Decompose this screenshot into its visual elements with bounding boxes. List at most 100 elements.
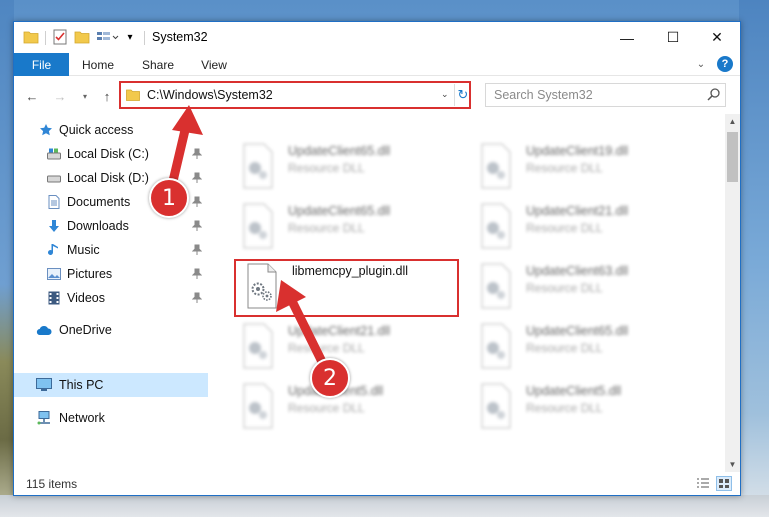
sidebar-item-label: Quick access	[59, 123, 134, 137]
file-item[interactable]: UpdateClient65.dll Resource DLL	[238, 202, 458, 252]
up-arrow-icon[interactable]: ↑	[98, 87, 116, 105]
scrollbar-thumb[interactable]	[727, 132, 738, 182]
file-item[interactable]: UpdateClient63.dll Resource DLL	[476, 262, 696, 312]
sidebar-item-downloads[interactable]: Downloads	[14, 214, 208, 238]
scroll-down-icon[interactable]: ▼	[725, 457, 740, 472]
step-badge-1: 1	[149, 178, 189, 218]
pictures-icon	[46, 266, 62, 282]
properties-icon[interactable]	[52, 29, 68, 45]
forward-arrow-icon[interactable]: →	[51, 87, 69, 105]
folder-icon[interactable]	[23, 29, 39, 45]
file-type: Resource DLL	[526, 221, 603, 235]
tab-home[interactable]: Home	[76, 53, 120, 76]
desktop-background-bottom	[0, 495, 769, 517]
sidebar-item-label: Videos	[67, 291, 105, 305]
file-name: UpdateClient63.dll	[526, 264, 629, 278]
expand-ribbon-icon[interactable]: ⌄	[694, 57, 708, 71]
computer-icon	[36, 377, 52, 393]
pin-icon[interactable]	[191, 148, 203, 160]
file-item[interactable]: UpdateClient21.dll Resource DLL	[476, 202, 696, 252]
search-box[interactable]: Search System32	[485, 83, 726, 107]
sidebar-item-local-disk-c[interactable]: Local Disk (C:)	[14, 142, 208, 166]
pin-icon[interactable]	[191, 172, 203, 184]
tab-file[interactable]: File	[14, 53, 69, 76]
file-name: UpdateClient21.dll	[526, 204, 629, 218]
dll-file-icon	[476, 262, 516, 310]
file-item[interactable]: UpdateClient5.dll Resource DLL	[238, 382, 458, 432]
sidebar-item-label: Network	[59, 411, 105, 425]
ribbon-tabs: File Home Share View ⌄ ?	[14, 53, 740, 76]
cloud-icon	[36, 322, 52, 338]
pin-icon[interactable]	[191, 244, 203, 256]
tab-view[interactable]: View	[194, 53, 234, 76]
tab-share[interactable]: Share	[136, 53, 180, 76]
file-item[interactable]: UpdateClient19.dll Resource DLL	[476, 142, 696, 192]
step-badge-2: 2	[310, 358, 350, 398]
address-dropdown-icon[interactable]: ⌄	[441, 89, 449, 100]
sidebar-item-onedrive[interactable]: OneDrive	[14, 318, 208, 342]
dll-file-icon	[476, 142, 516, 190]
sidebar-item-label: Documents	[67, 195, 131, 209]
details-view-icon[interactable]	[696, 477, 710, 490]
file-item[interactable]: UpdateClient65.dll Resource DLL	[476, 322, 696, 372]
scroll-up-icon[interactable]: ▲	[725, 114, 740, 129]
new-folder-icon[interactable]	[74, 29, 90, 45]
help-icon[interactable]: ?	[717, 56, 733, 72]
file-type: Resource DLL	[526, 341, 603, 355]
file-name: UpdateClient21.dll	[288, 324, 391, 338]
recent-locations-chevron-icon[interactable]: ▾	[76, 87, 94, 105]
sidebar-item-label: Local Disk (D:)	[67, 171, 149, 185]
file-type: Resource DLL	[288, 221, 365, 235]
address-bar[interactable]: C:\Windows\System32 ⌄ ↻	[119, 81, 471, 109]
dll-file-icon	[476, 322, 516, 370]
file-item[interactable]: UpdateClient5.dll Resource DLL	[476, 382, 696, 432]
large-icons-view-icon[interactable]	[716, 476, 732, 491]
refresh-icon[interactable]: ↻	[454, 84, 471, 106]
file-item[interactable]: UpdateClient65.dll Resource DLL	[238, 142, 458, 192]
sidebar-item-label: This PC	[59, 378, 104, 392]
item-count: 115 items	[26, 477, 78, 491]
back-arrow-icon[interactable]: ←	[23, 87, 41, 105]
pin-icon[interactable]	[191, 220, 203, 232]
drive-icon	[46, 170, 62, 186]
pin-icon[interactable]	[191, 292, 203, 304]
file-name: UpdateClient65.dll	[288, 144, 391, 158]
address-path[interactable]: C:\Windows\System32	[147, 88, 273, 102]
file-type: Resource DLL	[526, 401, 603, 415]
star-icon	[38, 122, 54, 138]
file-item[interactable]: UpdateClient21.dll Resource DLL	[238, 322, 458, 372]
sidebar-item-pictures[interactable]: Pictures	[14, 262, 208, 286]
maximize-button[interactable]: ☐	[650, 22, 696, 53]
sidebar-item-network[interactable]: Network	[14, 406, 208, 430]
sidebar-item-videos[interactable]: Videos	[14, 286, 208, 310]
title-separator	[144, 31, 145, 45]
file-name: UpdateClient5.dll	[526, 384, 622, 398]
sidebar-item-label: OneDrive	[59, 323, 112, 337]
sidebar-item-music[interactable]: Music	[14, 238, 208, 262]
vertical-scrollbar[interactable]: ▲ ▼	[725, 114, 740, 472]
dll-file-icon	[238, 142, 278, 190]
dll-file-icon	[238, 202, 278, 250]
customize-view-icon[interactable]	[96, 29, 120, 45]
pin-icon[interactable]	[191, 196, 203, 208]
network-icon	[36, 410, 52, 426]
navigation-bar: ← → ▾ ↑ C:\Windows\System32 ⌄ ↻ Search S…	[14, 76, 740, 114]
search-icon[interactable]	[706, 87, 722, 103]
window-title: System32	[152, 30, 208, 44]
quick-access-dropdown-icon[interactable]: ▾	[124, 29, 136, 45]
search-input[interactable]: Search System32	[494, 88, 593, 102]
pin-icon[interactable]	[191, 268, 203, 280]
download-icon	[46, 218, 62, 234]
file-type: Resource DLL	[288, 161, 365, 175]
minimize-button[interactable]: —	[604, 22, 650, 53]
sidebar-item-this-pc[interactable]: This PC	[14, 373, 208, 397]
status-bar: 115 items	[14, 472, 740, 495]
sidebar-item-quick-access[interactable]: Quick access	[14, 118, 208, 142]
title-bar: ▾ System32 — ☐ ✕	[14, 22, 740, 53]
sidebar-item-label: Local Disk (C:)	[67, 147, 149, 161]
file-type: Resource DLL	[526, 161, 603, 175]
close-button[interactable]: ✕	[694, 22, 740, 53]
drive-icon	[46, 146, 62, 162]
file-type: Resource DLL	[526, 281, 603, 295]
desktop-background-right	[739, 0, 769, 517]
